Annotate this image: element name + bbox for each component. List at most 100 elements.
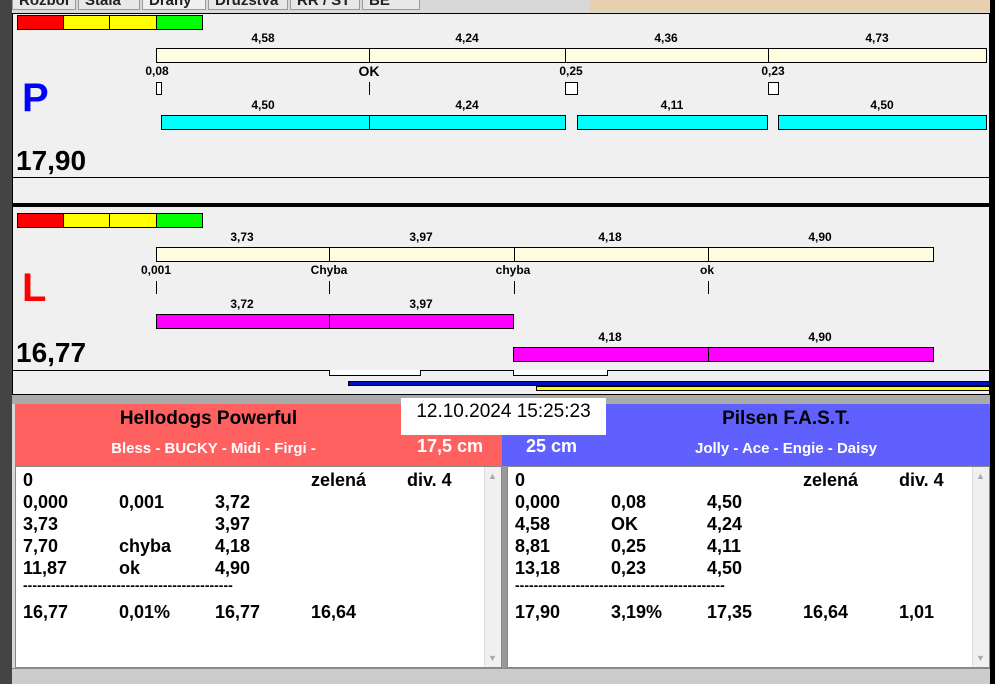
cell: 16,77: [23, 602, 69, 622]
left-team-dogs: Bless - BUCKY - Midi - Firgi -: [111, 440, 316, 457]
scroll-up-icon[interactable]: ▲: [488, 471, 497, 481]
table-header: 0: [23, 470, 34, 490]
table-header: zelená: [803, 470, 859, 490]
run-time: 3,97: [409, 297, 433, 311]
run-bar: [577, 115, 768, 130]
cell: 17,35: [707, 602, 753, 622]
legend-red: [17, 213, 64, 228]
tab-drahy[interactable]: Dráhy: [142, 0, 206, 10]
lane-letter-l: L: [22, 266, 47, 310]
scroll-down-icon[interactable]: ▼: [976, 653, 985, 663]
divider: [12, 177, 990, 178]
top-time: 4,24: [455, 31, 479, 45]
cell: 0,000: [515, 492, 561, 512]
lane-l-total: 16,77: [16, 337, 87, 368]
reaction-label: OK: [358, 63, 380, 79]
run-time: 4,50: [870, 98, 894, 112]
legend-yellow: [63, 15, 110, 30]
top-strip: [590, 0, 990, 12]
divider: [12, 370, 990, 371]
legend-yellow: [109, 15, 157, 30]
cell: 16,77: [215, 602, 261, 622]
cell: ok: [119, 558, 141, 578]
lane-letter-p: P: [22, 76, 49, 120]
run-time: 3,72: [230, 297, 254, 311]
lane-p-total: 17,90: [16, 145, 87, 176]
cell: 4,50: [707, 492, 743, 512]
right-team-dogs: Jolly - Ace - Engie - Daisy: [695, 440, 877, 457]
reaction-label: 0,08: [145, 64, 169, 78]
run-bar: [161, 115, 370, 130]
top-time: 4,73: [865, 31, 889, 45]
run-time: 4,11: [660, 98, 684, 112]
scroll-down-icon[interactable]: ▼: [488, 653, 497, 663]
run-bar: [708, 347, 934, 362]
reaction-marker: [156, 281, 157, 294]
tab-stala[interactable]: Stála: [78, 0, 140, 10]
scroll-up-icon[interactable]: ▲: [976, 471, 985, 481]
reaction-label: ok: [699, 263, 715, 277]
reaction-label: 0,23: [761, 64, 785, 78]
tab-be[interactable]: BE: [362, 0, 420, 10]
split-bar: [369, 48, 566, 63]
right-team-jump-height: 25 cm: [526, 436, 578, 456]
tab-druzstva[interactable]: Družstva: [208, 0, 288, 10]
legend-green: [156, 15, 203, 30]
split-bar: [514, 247, 709, 262]
tab-rr-st[interactable]: RR / ST: [290, 0, 360, 10]
marker-box: [513, 370, 608, 376]
cell: 7,70: [23, 536, 59, 556]
cell: 3,19%: [611, 602, 663, 622]
cell: 1,01: [899, 602, 935, 622]
run-time: 4,50: [251, 98, 275, 112]
top-time: 3,97: [409, 230, 433, 244]
legend-yellow: [63, 213, 110, 228]
split-bar: [329, 247, 515, 262]
reaction-marker: [514, 281, 515, 294]
cell: 3,72: [215, 492, 251, 512]
progress-line-yellow: [536, 386, 990, 391]
reaction-marker: [565, 82, 578, 95]
top-time: 3,73: [230, 230, 254, 244]
reaction-label: Chyba: [310, 263, 348, 277]
legend-red: [17, 15, 64, 30]
reaction-marker: [369, 82, 370, 95]
left-team-name: Hellodogs Powerful: [119, 408, 298, 429]
reaction-marker: [329, 281, 330, 294]
cell: 3,97: [215, 514, 251, 534]
table-header: zelená: [311, 470, 367, 490]
run-bar: [369, 115, 566, 130]
split-bar: [565, 48, 769, 63]
scrollbar[interactable]: ▲ ▼: [972, 467, 989, 667]
datetime-display: 12.10.2024 15:25:23: [401, 398, 606, 435]
top-time: 4,36: [654, 31, 678, 45]
lane-l-panel: [12, 207, 990, 395]
separator: ----------------------------------------…: [515, 577, 725, 593]
cell: 16,64: [311, 602, 357, 622]
left-team-jump-height: 17,5 cm: [417, 436, 484, 456]
legend-green: [156, 213, 203, 228]
cell: 4,90: [215, 558, 251, 578]
reaction-marker: [156, 82, 162, 95]
cell: 4,50: [707, 558, 743, 578]
cell: 4,11: [707, 536, 742, 556]
marker-box: [329, 370, 421, 376]
reaction-label: chyba: [495, 263, 531, 277]
top-time: 4,90: [808, 230, 832, 244]
cell: OK: [611, 514, 638, 534]
window-right-edge: [990, 0, 995, 684]
reaction-label: 0,25: [559, 64, 583, 78]
scrollbar[interactable]: ▲ ▼: [484, 467, 501, 667]
cell: 4,58: [515, 514, 551, 534]
window-left-edge: [0, 0, 12, 684]
cell: 17,90: [515, 602, 561, 622]
right-team-name: Pilsen F.A.S.T.: [722, 408, 850, 429]
run-time: 4,90: [808, 330, 832, 344]
right-results-table: 0 zelená div. 4 0,000 0,08 4,50 4,58 OK 4,24…: [507, 466, 990, 668]
run-bar: [513, 347, 709, 362]
cell: 0,08: [611, 492, 647, 512]
run-bar: [156, 314, 330, 329]
tab-rozbor[interactable]: Rozbor: [12, 0, 76, 10]
split-bar: [768, 48, 987, 63]
cell: chyba: [119, 536, 172, 556]
